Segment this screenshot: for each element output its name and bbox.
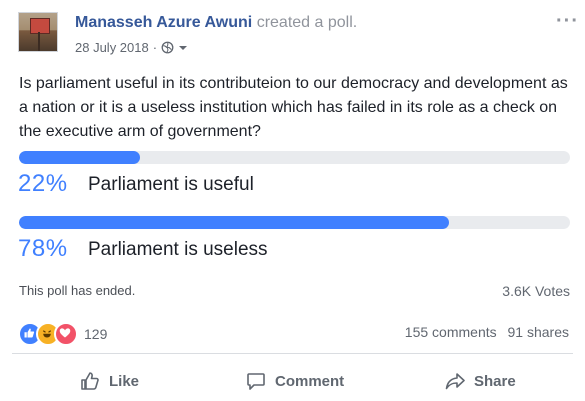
thumbs-up-icon: [81, 372, 99, 390]
like-button[interactable]: Like: [80, 371, 139, 391]
more-options-icon[interactable]: ···: [556, 10, 579, 33]
reactions-summary[interactable]: 129: [18, 322, 107, 346]
author-name[interactable]: Manasseh Azure Awuni: [75, 14, 252, 31]
globe-icon[interactable]: [161, 41, 174, 54]
poll-option-percent-2: 78%: [18, 235, 68, 262]
love-icon: [54, 322, 78, 346]
engagement-stats: 155 comments 91 shares: [405, 324, 569, 340]
vote-count[interactable]: 3.6K Votes: [502, 283, 570, 299]
poll-bar-fill-1: [19, 151, 141, 164]
poll-option-label-1[interactable]: Parliament is useful: [88, 174, 254, 196]
actions-divider: [12, 353, 573, 354]
post-header: Manasseh Azure Awuni created a poll.: [75, 14, 357, 32]
poll-bar-track-1[interactable]: [19, 151, 570, 164]
comments-count[interactable]: 155 comments: [405, 324, 497, 340]
comment-button[interactable]: Comment: [246, 371, 344, 391]
poll-bar-track-2[interactable]: [19, 216, 570, 229]
author-avatar[interactable]: [18, 12, 58, 52]
poll-option-percent-1: 22%: [18, 170, 68, 197]
post-meta: 28 July 2018 ·: [75, 40, 188, 55]
meta-separator: ·: [152, 40, 158, 55]
comment-icon: [247, 373, 265, 390]
share-button[interactable]: Share: [445, 371, 516, 391]
poll-bar-fill-2: [19, 216, 449, 229]
share-icon: [445, 373, 465, 390]
avatar-sign: [30, 18, 50, 34]
poll-status: This poll has ended.: [19, 283, 136, 298]
poll-option-label-2[interactable]: Parliament is useless: [88, 239, 268, 261]
audience-dropdown-icon[interactable]: [178, 43, 188, 53]
shares-count[interactable]: 91 shares: [508, 324, 569, 340]
poll-question: Is parliament useful in its contributeio…: [19, 75, 568, 140]
avatar-post: [38, 32, 40, 51]
share-button-label: Share: [474, 372, 516, 390]
post-action-text: created a poll.: [256, 14, 358, 31]
comment-button-label: Comment: [275, 372, 345, 390]
reaction-count: 129: [84, 326, 108, 342]
like-button-label: Like: [109, 372, 140, 390]
post-date[interactable]: 28 July 2018: [75, 40, 149, 55]
